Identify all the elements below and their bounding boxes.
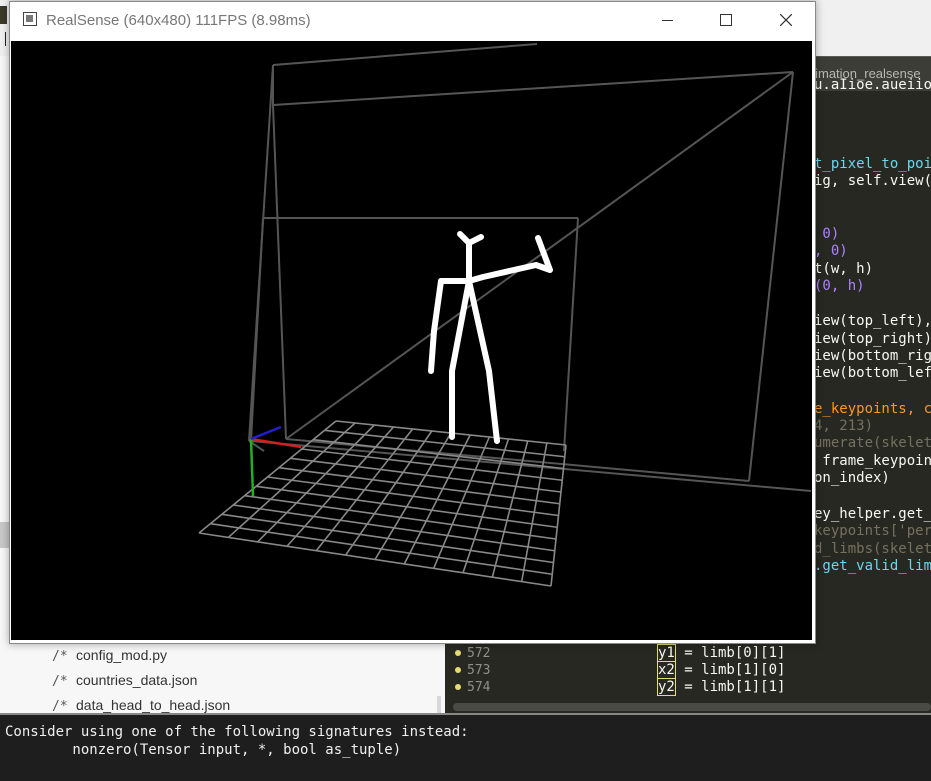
- background-app-icon: [0, 6, 7, 24]
- file-comment-icon: /*: [52, 674, 68, 689]
- file-item-config-mod[interactable]: /* config_mod.py: [52, 647, 167, 664]
- code-line: e_keypoints, co: [814, 401, 931, 417]
- code-line: .get_valid_lim: [814, 558, 931, 574]
- code-line: y1 = limb[0][1]: [657, 644, 786, 662]
- code-line: d_limbs(skelet: [814, 541, 931, 557]
- skeleton-3d-view: [198, 43, 812, 587]
- origin-axes: [249, 425, 302, 497]
- pointcloud-viewport[interactable]: [11, 41, 812, 640]
- code-line: , 0): [814, 243, 848, 259]
- file-comment-icon: /*: [52, 699, 68, 714]
- code-line: iew(top_left),: [814, 313, 931, 329]
- window-titlebar[interactable]: RealSense (640x480) 111FPS (8.98ms): [10, 2, 815, 40]
- code-line: ey_helper.get_: [814, 506, 931, 522]
- axis-z: [250, 425, 282, 441]
- line-number: 574: [445, 679, 530, 696]
- file-name: data_head_to_head.json: [76, 697, 231, 713]
- code-line: t(w, h): [814, 261, 874, 277]
- close-icon: [780, 14, 792, 26]
- highlighted-variable: x2: [657, 661, 676, 679]
- code-line: umerate(skelet: [814, 435, 931, 451]
- left-leg: [449, 278, 472, 440]
- right-arm: [466, 235, 553, 284]
- code-line: x2 = limb[1][0]: [657, 661, 786, 679]
- file-name: config_mod.py: [76, 647, 168, 663]
- modified-dot-icon: [455, 667, 461, 673]
- window-app-icon: [23, 12, 37, 26]
- floor-grid-line: [198, 532, 552, 587]
- modified-dot-icon: [455, 684, 461, 690]
- floor-grid: [198, 420, 567, 587]
- right-leg: [466, 278, 500, 444]
- code-line: 4, 213): [814, 418, 874, 434]
- file-name: countries_data.json: [76, 672, 198, 688]
- code-line: 0): [814, 226, 840, 242]
- maximize-button[interactable]: [700, 2, 752, 40]
- line-number: 573: [445, 662, 530, 679]
- close-button[interactable]: [760, 2, 812, 40]
- realsense-window[interactable]: RealSense (640x480) 111FPS (8.98ms): [9, 1, 816, 644]
- code-line: keypoints['per: [814, 523, 931, 539]
- floor-grid-line: [221, 513, 554, 564]
- file-item-data-head-to-head[interactable]: /* data_head_to_head.json: [52, 697, 230, 714]
- modified-dot-icon: [455, 650, 461, 656]
- code-line: t_pixel_to_poi: [814, 156, 931, 172]
- terminal-line: Consider using one of the following sign…: [5, 724, 469, 740]
- terminal-line: nonzero(Tensor input, *, bool as_tuple): [5, 742, 402, 758]
- skeleton: [428, 231, 553, 444]
- axis-y: [249, 438, 255, 497]
- highlighted-variable: y1: [657, 644, 676, 662]
- file-item-countries-data[interactable]: /* countries_data.json: [52, 672, 197, 689]
- code-line: iew(top_right): [814, 331, 931, 347]
- code-line: iew(bottom_lef: [814, 365, 931, 381]
- highlighted-variable: y2: [657, 678, 676, 696]
- floor-grid-line: [255, 485, 558, 529]
- line-number: 572: [445, 645, 530, 662]
- code-line: u.aIioe.aueiioIv.aueig: [814, 77, 931, 93]
- file-comment-icon: /*: [52, 649, 68, 664]
- code-line: frame_keypoint: [814, 453, 931, 469]
- window-title: RealSense (640x480) 111FPS (8.98ms): [46, 12, 311, 29]
- floor-grid-line: [233, 504, 555, 552]
- minimize-button[interactable]: [642, 2, 694, 40]
- floor-grid-line: [244, 494, 557, 540]
- editor-horizontal-scrollbar[interactable]: [453, 703, 931, 711]
- code-line: iew(bottom_rig: [814, 348, 931, 364]
- code-line: y2 = limb[1][1]: [657, 678, 786, 696]
- code-line: (0, h): [814, 278, 865, 294]
- code-line: on_index): [814, 470, 890, 486]
- background-text-cursor: [5, 32, 6, 46]
- code-line: ig, self.view(: [814, 173, 931, 189]
- terminal-output[interactable]: Consider using one of the following sign…: [0, 713, 931, 781]
